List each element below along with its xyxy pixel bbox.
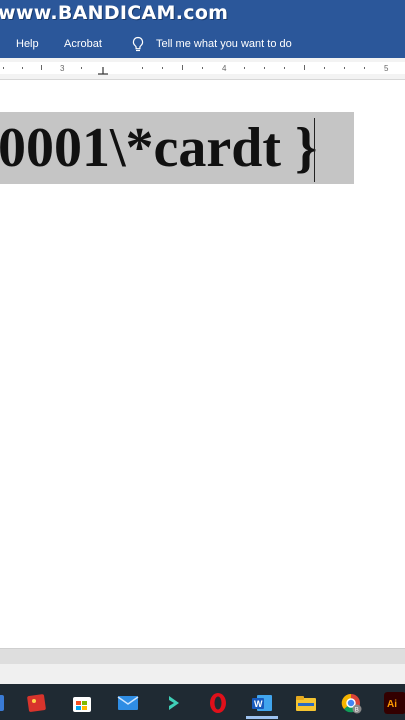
illustrator-icon[interactable]: Ai <box>384 692 405 714</box>
lightbulb-icon[interactable] <box>131 36 145 53</box>
ribbon-tab-row: Help Acrobat Tell me what you want to do <box>0 32 405 58</box>
word-icon-letter: W <box>254 699 263 709</box>
horizontal-ruler[interactable]: 3 4 5 <box>0 58 405 80</box>
tab-help[interactable]: Help <box>16 38 39 50</box>
ruler-number-4: 4 <box>222 64 227 73</box>
tab-stop-marker <box>98 67 108 75</box>
ruler-ticks: 3 4 5 <box>3 64 389 75</box>
active-app-indicator <box>246 716 278 719</box>
paint-icon[interactable] <box>26 692 48 714</box>
filmora-icon[interactable] <box>163 692 185 714</box>
status-bar-lower <box>0 664 405 684</box>
ruler-number-3: 3 <box>60 64 65 73</box>
word-icon[interactable]: W <box>251 692 273 714</box>
field-code-text[interactable]: 0001\*cardt } <box>0 114 317 182</box>
illustrator-icon-label: Ai <box>387 699 397 710</box>
tell-me-search[interactable]: Tell me what you want to do <box>156 38 292 50</box>
field-code-value: 0001\*cardt <box>0 117 282 179</box>
chrome-icon[interactable]: B <box>340 692 362 714</box>
status-bar <box>0 648 405 664</box>
text-cursor <box>314 118 315 182</box>
mail-icon[interactable] <box>117 692 139 714</box>
bandicam-watermark: www.BANDICAM.com <box>0 2 229 24</box>
store-icon[interactable] <box>71 692 93 714</box>
partial-app-icon[interactable] <box>0 692 14 714</box>
ruler-number-5: 5 <box>384 64 389 73</box>
tab-acrobat[interactable]: Acrobat <box>64 38 102 50</box>
file-explorer-icon[interactable] <box>295 692 317 714</box>
windows-taskbar: W B Ai <box>0 684 405 720</box>
chrome-profile-badge: B <box>355 708 359 714</box>
opera-icon[interactable] <box>207 692 229 714</box>
title-bar: www.BANDICAM.com <box>0 0 405 32</box>
